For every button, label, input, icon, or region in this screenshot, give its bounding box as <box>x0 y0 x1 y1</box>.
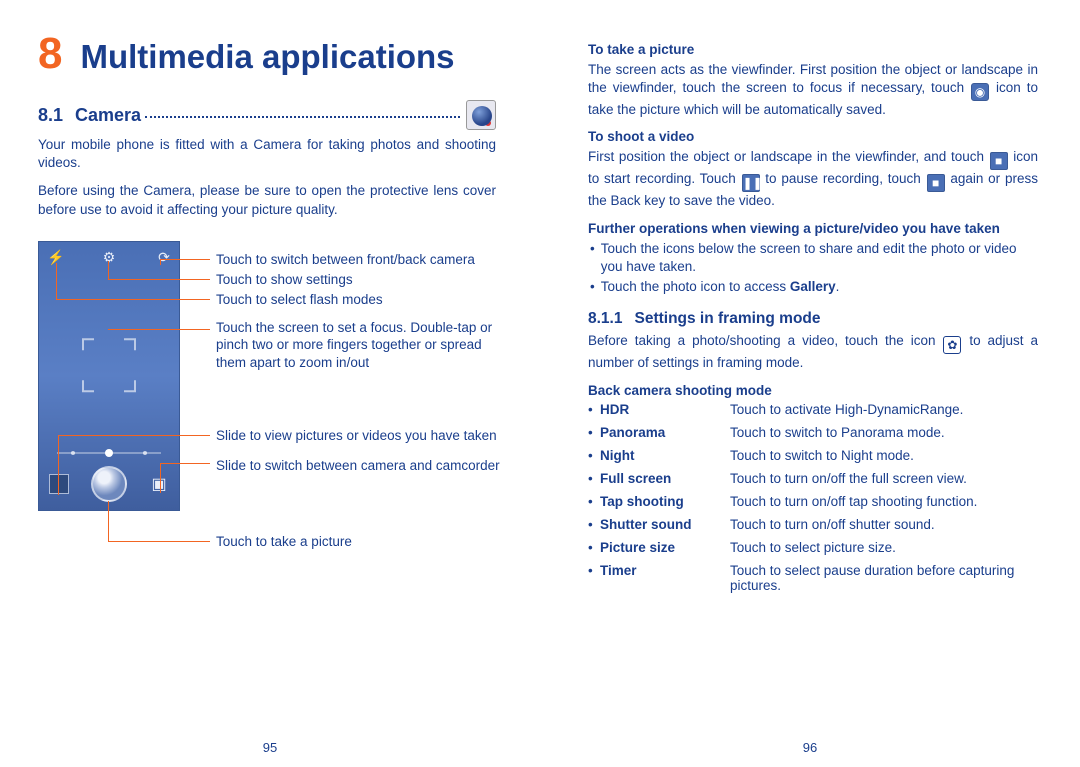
page-number-left: 95 <box>0 740 540 755</box>
pause-inline-icon: ❚❚ <box>742 174 760 192</box>
flash-icon: ⚡ <box>47 250 61 264</box>
paragraph-take-picture: The screen acts as the viewfinder. First… <box>588 61 1038 119</box>
mode-tap-shooting: •Tap shootingTouch to turn on/off tap sh… <box>588 494 1038 509</box>
page-left: 8 Multimedia applications 8.1 Camera You… <box>0 0 540 767</box>
subsection-number: 8.1.1 <box>588 310 622 328</box>
camera-app-icon <box>466 100 496 130</box>
subsection-8-1-1-header: 8.1.1 Settings in framing mode <box>588 310 1038 328</box>
heading-shoot-video: To shoot a video <box>588 129 1038 144</box>
mode-picture-size: •Picture sizeTouch to select picture siz… <box>588 540 1038 555</box>
section-title: Camera <box>75 105 141 126</box>
heading-further-ops: Further operations when viewing a pictur… <box>588 221 1038 236</box>
mode-night: •NightTouch to switch to Night mode. <box>588 448 1038 463</box>
intro-paragraph-2: Before using the Camera, please be sure … <box>38 182 496 218</box>
record-inline-icon-2: ■ <box>927 174 945 192</box>
mode-slider <box>57 452 161 454</box>
mode-label: Timer <box>600 563 730 578</box>
gallery-bold: Gallery <box>790 279 836 294</box>
shutter-inline-icon: ◉ <box>971 83 989 101</box>
chapter-number: 8 <box>38 32 62 76</box>
bullet-text: Touch the icons below the screen to shar… <box>601 240 1038 276</box>
mode-desc: Touch to select pause duration before ca… <box>730 563 1038 593</box>
mode-desc: Touch to select picture size. <box>730 540 1038 555</box>
mode-desc: Touch to activate High-DynamicRange. <box>730 402 1038 417</box>
mode-label: Shutter sound <box>600 517 730 532</box>
mode-label: HDR <box>600 402 730 417</box>
subsection-title: Settings in framing mode <box>634 310 820 328</box>
text-fragment: . <box>836 279 840 294</box>
mode-desc: Touch to turn on/off shutter sound. <box>730 517 1038 532</box>
mode-label: Tap shooting <box>600 494 730 509</box>
callout-switch-camcorder: Slide to switch between camera and camco… <box>216 457 506 475</box>
page-number-right: 96 <box>540 740 1080 755</box>
mode-shutter-sound: •Shutter soundTouch to turn on/off shutt… <box>588 517 1038 532</box>
mode-desc: Touch to turn on/off the full screen vie… <box>730 471 1038 486</box>
camcorder-mode-icon: ▣ <box>149 474 169 494</box>
record-inline-icon: ■ <box>990 152 1008 170</box>
callout-switch-camera: Touch to switch between front/back camer… <box>216 251 506 269</box>
heading-take-picture: To take a picture <box>588 42 1038 57</box>
mode-hdr: •HDRTouch to activate High-DynamicRange. <box>588 402 1038 417</box>
section-8-1-header: 8.1 Camera <box>38 100 496 130</box>
bullet-dot: • <box>590 240 595 276</box>
mode-full-screen: •Full screenTouch to turn on/off the ful… <box>588 471 1038 486</box>
callout-view-pictures: Slide to view pictures or videos you hav… <box>216 427 506 445</box>
callout-flash-modes: Touch to select flash modes <box>216 291 506 309</box>
text-fragment: Before taking a photo/shooting a video, … <box>588 333 942 348</box>
mode-timer: •TimerTouch to select pause duration bef… <box>588 563 1038 593</box>
mode-label: Picture size <box>600 540 730 555</box>
paragraph-framing-mode: Before taking a photo/shooting a video, … <box>588 332 1038 372</box>
text-fragment: to pause recording, touch <box>761 171 926 186</box>
bullet-dot: • <box>590 278 595 296</box>
text-fragment: First position the object or landscape i… <box>588 149 989 164</box>
mode-desc: Touch to switch to Panorama mode. <box>730 425 1038 440</box>
callout-focus-zoom: Touch the screen to set a focus. Double-… <box>216 319 506 372</box>
mode-label: Night <box>600 448 730 463</box>
bullet-share-edit: • Touch the icons below the screen to sh… <box>588 240 1038 276</box>
mode-desc: Touch to switch to Night mode. <box>730 448 1038 463</box>
chapter-heading: 8 Multimedia applications <box>38 32 496 76</box>
page-right: To take a picture The screen acts as the… <box>540 0 1080 767</box>
paragraph-shoot-video: First position the object or landscape i… <box>588 148 1038 210</box>
mode-label: Panorama <box>600 425 730 440</box>
settings-gear-inline-icon: ✿ <box>943 336 961 354</box>
mode-desc: Touch to turn on/off tap shooting functi… <box>730 494 1038 509</box>
section-number: 8.1 <box>38 105 63 126</box>
text-fragment: Touch the photo icon to access <box>601 279 790 294</box>
intro-paragraph-1: Your mobile phone is fitted with a Camer… <box>38 136 496 172</box>
chapter-title-text: Multimedia applications <box>80 38 454 76</box>
callout-take-picture: Touch to take a picture <box>216 533 506 551</box>
shutter-button-icon <box>91 466 127 502</box>
bullet-gallery: • Touch the photo icon to access Gallery… <box>588 278 1038 296</box>
callout-show-settings: Touch to show settings <box>216 271 506 289</box>
camera-diagram: ⚡ ⚙ ⟳ ▣ <box>38 241 496 571</box>
mode-panorama: •PanoramaTouch to switch to Panorama mod… <box>588 425 1038 440</box>
focus-brackets-icon <box>82 338 136 392</box>
mode-list: •HDRTouch to activate High-DynamicRange.… <box>588 402 1038 593</box>
mode-label: Full screen <box>600 471 730 486</box>
bullet-text: Touch the photo icon to access Gallery. <box>601 278 1038 296</box>
dot-leader <box>145 108 460 119</box>
heading-back-camera-mode: Back camera shooting mode <box>588 383 1038 398</box>
